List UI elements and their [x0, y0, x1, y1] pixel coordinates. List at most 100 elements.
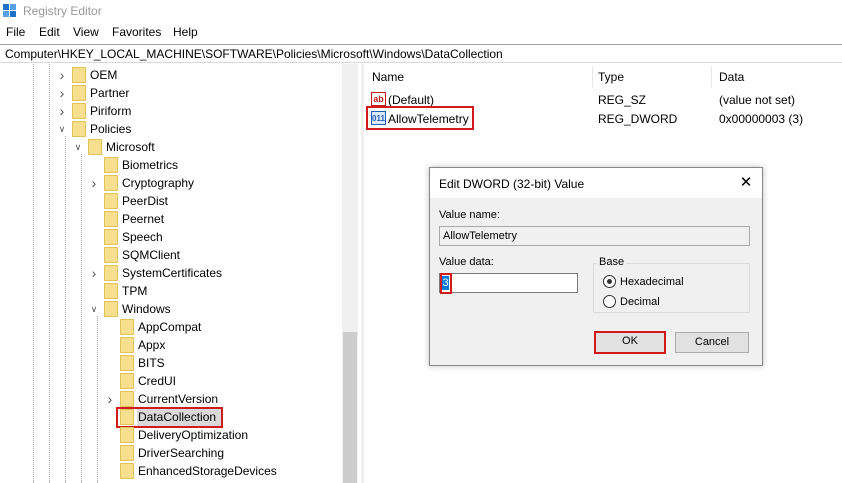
- menu-edit[interactable]: Edit: [39, 25, 60, 39]
- column-divider[interactable]: [711, 67, 712, 87]
- address-path[interactable]: Computer\HKEY_LOCAL_MACHINE\SOFTWARE\Pol…: [5, 47, 503, 61]
- column-header-type[interactable]: Type: [598, 70, 624, 84]
- chevron-right-icon[interactable]: ›: [89, 266, 99, 280]
- tree-item[interactable]: EnhancedStorageDevices: [0, 462, 340, 480]
- tree-item[interactable]: BITS: [0, 354, 340, 372]
- dialog-title: Edit DWORD (32-bit) Value: [439, 177, 585, 191]
- tree-item[interactable]: SQMClient: [0, 246, 340, 264]
- edit-dword-dialog: Edit DWORD (32-bit) Value ✕ Value name: …: [429, 167, 763, 366]
- column-header-name[interactable]: Name: [372, 70, 404, 84]
- folder-icon: [120, 319, 134, 335]
- value-data-label: Value data:: [439, 256, 494, 268]
- decimal-label[interactable]: Decimal: [620, 296, 660, 308]
- tree-item[interactable]: ∨ Windows: [0, 300, 340, 318]
- tree-item[interactable]: Appx: [0, 336, 340, 354]
- folder-icon: [104, 193, 118, 209]
- chevron-right-icon[interactable]: ›: [57, 68, 67, 82]
- tree-item[interactable]: DeliveryOptimization: [0, 426, 340, 444]
- tree-item[interactable]: CredUI: [0, 372, 340, 390]
- menu-favorites[interactable]: Favorites: [112, 25, 161, 39]
- tree-item-label: SQMClient: [122, 248, 181, 262]
- folder-icon: [120, 355, 134, 371]
- tree-item-label: CredUI: [138, 374, 177, 388]
- column-divider[interactable]: [592, 67, 593, 87]
- value-data-input[interactable]: 3: [439, 273, 578, 294]
- tree-item[interactable]: › CurrentVersion: [0, 390, 340, 408]
- title-bar: Registry Editor: [0, 0, 842, 22]
- tree-scrollbar-thumb[interactable]: [343, 332, 357, 483]
- key-tree[interactable]: › OEM › Partner › Piriform ∨ Policies ∨ Microsoft…: [0, 64, 358, 483]
- chevron-down-icon[interactable]: ∨: [89, 304, 99, 314]
- tree-item[interactable]: TPM: [0, 282, 340, 300]
- tree-item-label: DriverSearching: [138, 446, 225, 460]
- tree-item[interactable]: Biometrics: [0, 156, 340, 174]
- registry-icon: [3, 4, 16, 17]
- menu-file[interactable]: File: [6, 25, 25, 39]
- folder-icon: [72, 85, 86, 101]
- tree-item[interactable]: AppCompat: [0, 318, 340, 336]
- folder-icon: [104, 265, 118, 281]
- folder-icon: [104, 175, 118, 191]
- tree-item[interactable]: › Cryptography: [0, 174, 340, 192]
- menu-bar: File Edit View Favorites Help: [0, 23, 842, 43]
- folder-icon: [120, 337, 134, 353]
- tree-item-label: Peernet: [122, 212, 165, 226]
- dialog-title-bar: Edit DWORD (32-bit) Value ✕: [430, 168, 762, 198]
- tree-item[interactable]: PeerDist: [0, 192, 340, 210]
- folder-icon: [104, 283, 118, 299]
- chevron-down-icon[interactable]: ∨: [57, 124, 67, 134]
- folder-icon: [72, 67, 86, 83]
- address-bar[interactable]: Computer\HKEY_LOCAL_MACHINE\SOFTWARE\Pol…: [0, 44, 842, 63]
- tree-item-label: Windows: [122, 302, 171, 316]
- tree-item-label: Microsoft: [106, 140, 155, 154]
- folder-icon: [72, 103, 86, 119]
- tree-item-label: Biometrics: [122, 158, 179, 172]
- tree-item[interactable]: DriverSearching: [0, 444, 340, 462]
- column-header-data[interactable]: Data: [719, 70, 744, 84]
- base-group: [593, 263, 750, 313]
- folder-icon: [120, 463, 134, 479]
- tree-item-label: OEM: [90, 68, 118, 82]
- tree-item[interactable]: DataCollection: [0, 407, 340, 428]
- folder-icon: [120, 409, 134, 425]
- folder-icon: [120, 391, 134, 407]
- menu-help[interactable]: Help: [173, 25, 198, 39]
- tree-item[interactable]: ∨ Policies: [0, 120, 340, 138]
- chevron-right-icon[interactable]: ›: [105, 392, 115, 406]
- chevron-right-icon[interactable]: ›: [57, 86, 67, 100]
- close-icon[interactable]: ✕: [736, 173, 756, 193]
- cancel-button[interactable]: Cancel: [675, 332, 749, 353]
- chevron-down-icon[interactable]: ∨: [73, 142, 83, 152]
- string-value-icon: ab: [371, 92, 386, 106]
- tree-item-label: Policies: [90, 122, 132, 136]
- folder-icon: [120, 373, 134, 389]
- tree-item[interactable]: › Partner: [0, 84, 340, 102]
- value-name-field: AllowTelemetry: [439, 226, 750, 246]
- tree-item[interactable]: › OEM: [0, 66, 340, 84]
- folder-icon: [104, 229, 118, 245]
- window-title: Registry Editor: [23, 4, 102, 18]
- tree-item[interactable]: Speech: [0, 228, 340, 246]
- tree-item-label: PeerDist: [122, 194, 169, 208]
- tree-item-label: BITS: [138, 356, 165, 370]
- value-name-label: Value name:: [439, 209, 500, 221]
- hexadecimal-radio[interactable]: [603, 275, 616, 288]
- ok-button[interactable]: OK: [594, 331, 666, 354]
- tree-item[interactable]: › Piriform: [0, 102, 340, 120]
- hexadecimal-label[interactable]: Hexadecimal: [620, 276, 684, 288]
- chevron-right-icon[interactable]: ›: [89, 176, 99, 190]
- folder-icon: [104, 157, 118, 173]
- menu-view[interactable]: View: [73, 25, 99, 39]
- chevron-right-icon[interactable]: ›: [57, 104, 67, 118]
- tree-item[interactable]: Peernet: [0, 210, 340, 228]
- decimal-radio[interactable]: [603, 295, 616, 308]
- folder-icon: [104, 247, 118, 263]
- base-label: Base: [597, 256, 627, 268]
- tree-item-label: SystemCertificates: [122, 266, 223, 280]
- value-data: 0x00000003 (3): [719, 112, 804, 126]
- tree-item[interactable]: › SystemCertificates: [0, 264, 340, 282]
- tree-item-label: Partner: [90, 86, 130, 100]
- folder-icon: [104, 301, 118, 317]
- tree-item-label: DataCollection: [138, 410, 217, 424]
- tree-item[interactable]: ∨ Microsoft: [0, 138, 340, 156]
